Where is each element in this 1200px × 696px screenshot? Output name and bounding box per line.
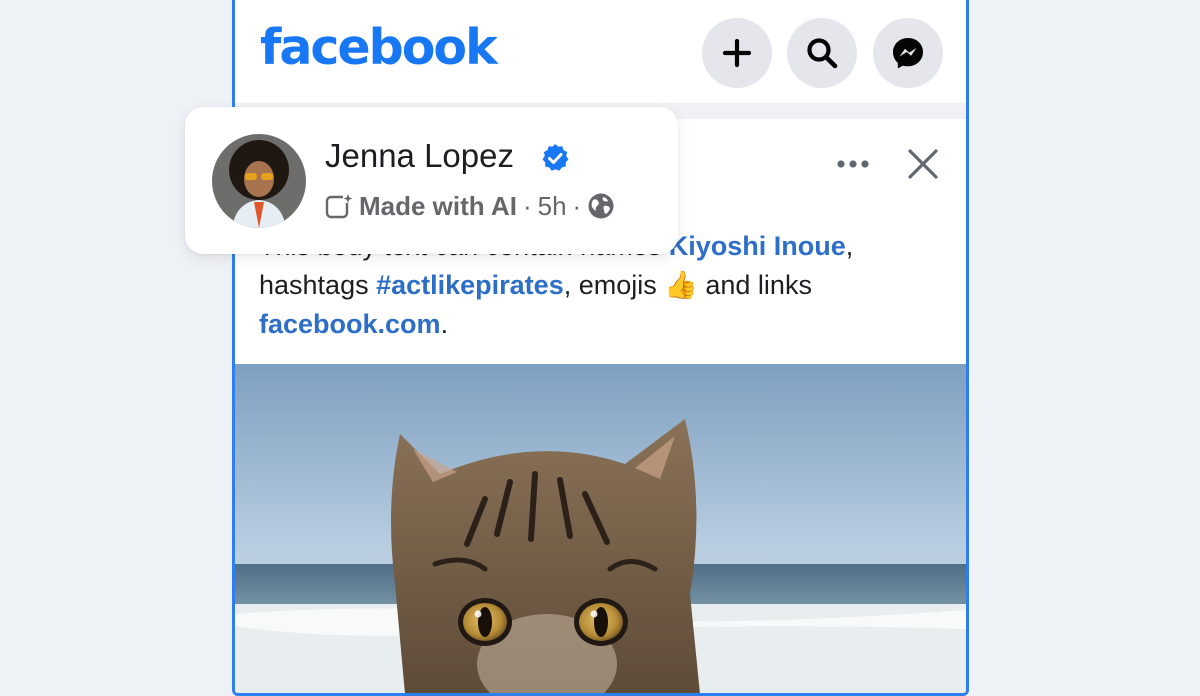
create-button[interactable] xyxy=(702,18,772,88)
url-link[interactable]: facebook.com xyxy=(259,309,441,339)
cat-photo xyxy=(235,364,966,693)
made-with-ai-label[interactable]: Made with AI xyxy=(359,191,517,222)
profile-photo xyxy=(212,134,306,228)
body-text-segment: , emojis xyxy=(563,270,665,300)
search-icon xyxy=(807,38,838,69)
globe-icon[interactable] xyxy=(587,192,615,220)
post-image[interactable] xyxy=(235,364,966,693)
post-body-line-2: hashtags #actlikepirates, emojis 👍 and l… xyxy=(259,266,949,305)
messenger-button[interactable] xyxy=(873,18,943,88)
body-text-segment: hashtags xyxy=(259,270,377,300)
avatar[interactable] xyxy=(212,134,306,228)
separator-dot: · xyxy=(522,190,532,221)
thumbs-up-emoji: 👍 xyxy=(664,270,698,300)
author-name[interactable]: Jenna Lopez xyxy=(325,137,514,175)
more-options-button[interactable] xyxy=(831,144,875,184)
body-text-segment: and links xyxy=(697,270,812,300)
search-button[interactable] xyxy=(787,18,857,88)
body-text-segment: , xyxy=(845,231,854,261)
facebook-logo[interactable]: facebook xyxy=(260,19,498,76)
post-time[interactable]: 5h xyxy=(538,191,567,222)
hide-post-button[interactable] xyxy=(903,144,943,184)
post-body-line-3: facebook.com. xyxy=(259,305,949,344)
more-options-icon xyxy=(837,160,869,168)
body-text-segment: . xyxy=(440,309,449,339)
phone-frame: facebook Kiyoshi Inoue, hashtags #actlik… xyxy=(232,0,969,696)
hashtag-link[interactable]: #actlikepirates xyxy=(376,270,564,300)
messenger-icon xyxy=(893,38,923,69)
plus-icon xyxy=(722,38,752,68)
separator-dot: · xyxy=(572,190,582,221)
post-meta: Made with AI · 5h · xyxy=(325,189,615,223)
verified-badge-icon xyxy=(542,144,569,171)
mentioned-name-link[interactable]: Kiyoshi Inoue xyxy=(669,231,846,261)
ai-sparkle-icon xyxy=(325,193,353,219)
author-info-card: Jenna Lopez Made with AI · 5h · xyxy=(185,107,678,254)
close-icon xyxy=(908,149,938,179)
top-bar: facebook xyxy=(235,0,966,103)
